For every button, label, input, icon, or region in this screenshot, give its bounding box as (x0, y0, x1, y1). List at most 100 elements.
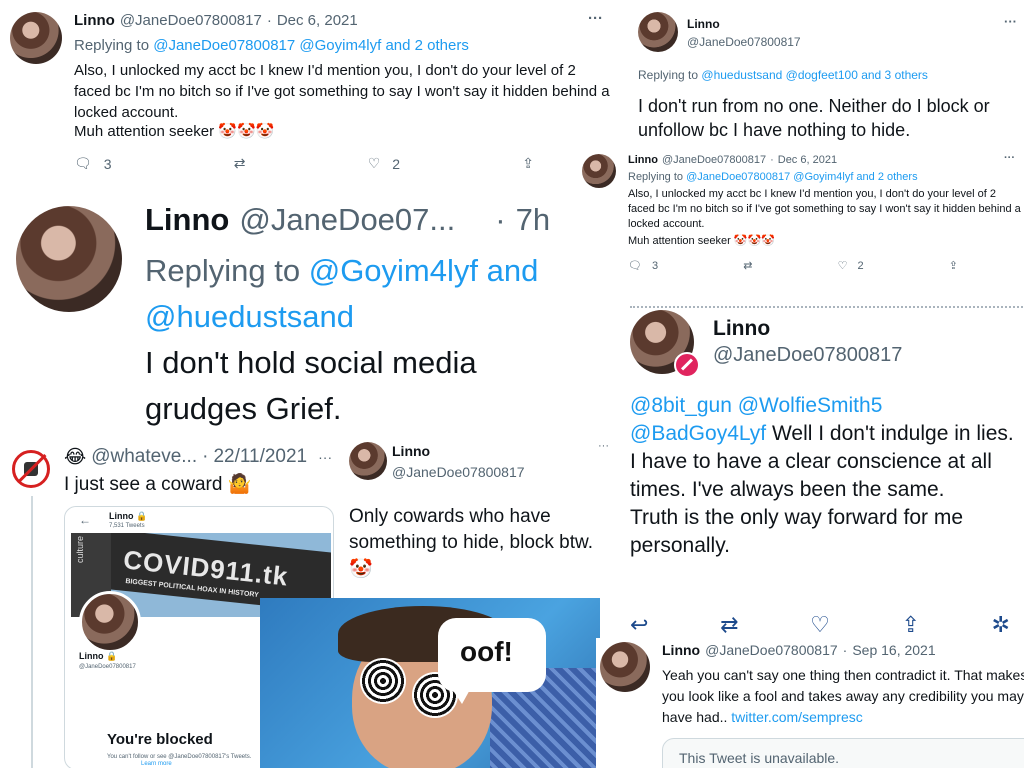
tweet-grudges-zoomed[interactable]: Linno @JaneDoe07... · 7h Replying to @Go… (0, 190, 600, 440)
tweet-date[interactable]: Dec 6, 2021 (277, 12, 358, 29)
avatar[interactable] (638, 12, 678, 52)
tweet-only-cowards[interactable]: Linno @JaneDoe07800817 ··· Only cowards … (340, 440, 616, 600)
separator: · (842, 642, 848, 658)
like-count: 2 (392, 155, 401, 172)
replying-to-users[interactable]: @JaneDoe07800817 @Goyim4lyf and 2 others (153, 37, 469, 54)
unavailable-quote-card: This Tweet is unavailable. (662, 738, 1024, 768)
tweet-link[interactable]: twitter.com/sempresc (731, 709, 862, 725)
tweet-text: Also, I unlocked my acct bc I knew I'd m… (74, 62, 610, 121)
unavailable-text: This Tweet is unavailable. (679, 750, 840, 766)
reply-count: 3 (651, 259, 659, 272)
avatar[interactable] (10, 12, 62, 64)
tweet-text: I just see a coward (64, 474, 223, 495)
tweet-text-end: Muh attention seeker (74, 123, 215, 140)
tweet-date[interactable]: Sep 16, 2021 (852, 642, 935, 658)
mentions[interactable]: @8bit_gun @WolfieSmith5 (630, 394, 882, 417)
replying-to-users[interactable]: @JaneDoe07800817 @Goyim4lyf and 2 others (686, 171, 917, 183)
shrug-emoji: 🤷 (227, 473, 252, 495)
tweet-clear-conscience[interactable]: Linno @JaneDoe07800817 @8bit_gun @Wolfie… (616, 300, 1024, 638)
retweet-icon[interactable]: ⇄ (234, 155, 246, 172)
tweet-no-run-top-right[interactable]: Linno @JaneDoe07800817 ··· Replying to @… (626, 0, 1024, 146)
blocked-title: You're blocked (107, 731, 213, 748)
embed-avatar (79, 591, 141, 653)
like-icon[interactable]: ♡ (838, 259, 848, 272)
author-name[interactable]: Linno (628, 154, 658, 166)
separator: · (495, 202, 506, 237)
separator: · (770, 154, 774, 166)
author-handle[interactable]: @JaneDoe07800817 (705, 642, 838, 658)
more-options-icon[interactable]: ··· (598, 440, 609, 452)
replying-to-users[interactable]: @huedustsand @dogfeet100 and 3 others (701, 68, 928, 82)
tweet-date[interactable]: Dec 6, 2021 (778, 154, 837, 166)
clown-emoji: 🤡 (349, 558, 373, 580)
author-handle[interactable]: @JaneDoe07800817 (662, 154, 766, 166)
embed-profile-name: Linno (79, 651, 104, 661)
retweet-icon[interactable]: ⇄ (720, 612, 738, 638)
more-options-icon[interactable]: ··· (588, 10, 603, 27)
replying-to-label: Replying to (628, 171, 684, 183)
no-entry-icon (12, 450, 50, 488)
more-options-icon[interactable]: ··· (1004, 14, 1017, 29)
embed-profile-handle: @JaneDoe07800817 (79, 664, 136, 670)
speech-bubble-text: oof! (460, 636, 513, 667)
laughing-emoji: 😂 (64, 446, 87, 468)
learn-more-link[interactable]: Learn more (141, 761, 172, 767)
author-name[interactable]: Linno (713, 317, 770, 341)
tweet-dec6-right[interactable]: Linno @JaneDoe07800817 · Dec 6, 2021 ···… (576, 148, 1024, 296)
share-icon[interactable]: ⇪ (949, 259, 958, 272)
author-handle[interactable]: @JaneDoe07... (239, 202, 455, 238)
avatar[interactable] (582, 154, 616, 188)
tweet-text: I don't run from no one. Neither do I bl… (638, 96, 990, 140)
separator: · (266, 12, 272, 29)
back-arrow-icon[interactable]: ← (79, 513, 91, 527)
more-options-icon[interactable]: ··· (1004, 152, 1015, 164)
avatar[interactable] (16, 206, 122, 312)
mention[interactable]: @BadGoy4Lyf (630, 422, 766, 445)
tweet-date[interactable]: 22/11/2021 (213, 446, 307, 468)
share-icon[interactable]: ⇪ (522, 155, 534, 172)
reply-icon[interactable]: 🗨 (628, 259, 642, 272)
avatar[interactable] (600, 642, 650, 692)
avatar[interactable] (349, 442, 387, 480)
like-icon[interactable]: ♡ (810, 612, 830, 638)
author-handle[interactable]: @JaneDoe07800817 (120, 12, 262, 29)
analytics-icon[interactable]: ✲ (992, 612, 1010, 638)
oof-meme-image: oof! (260, 598, 600, 768)
more-options-icon[interactable]: ··· (318, 449, 332, 465)
tweet-text: Only cowards who have something to hide,… (349, 506, 593, 553)
embed-tweet-count: 7,531 Tweets (109, 523, 145, 529)
thread-line (31, 496, 33, 768)
like-icon[interactable]: ♡ (368, 155, 381, 172)
replying-to-label: Replying to (145, 253, 301, 288)
banner-side-text: culture (75, 535, 85, 563)
like-count: 2 (857, 259, 864, 272)
blocked-badge-icon (674, 352, 700, 378)
author-name[interactable]: Linno (687, 17, 720, 31)
tweet-text: I don't hold social media grudges Grief. (145, 345, 477, 426)
author-handle[interactable]: @whateve... (91, 446, 197, 468)
author-name[interactable]: Linno (662, 642, 700, 658)
lock-icon: 🔒 (136, 511, 148, 521)
cut-edge (630, 306, 1024, 309)
tweet-text-end: Muh attention seeker (628, 235, 731, 247)
tweet-text-end: Truth is the only way forward for me per… (630, 506, 964, 557)
hypno-glasses-left-icon (360, 658, 406, 704)
author-handle[interactable]: @JaneDoe07800817 (392, 464, 525, 480)
retweet-icon[interactable]: ⇄ (743, 259, 752, 272)
replying-to-label: Replying to (74, 37, 150, 54)
author-handle[interactable]: @JaneDoe07800817 (687, 35, 801, 49)
tweet-dec6-top-left[interactable]: Linno @JaneDoe07800817 · Dec 6, 2021 ···… (0, 0, 622, 190)
replying-to-user[interactable]: @huedustsand (145, 299, 354, 334)
author-name[interactable]: Linno (74, 12, 115, 29)
reply-icon[interactable]: 🗨 (74, 155, 92, 172)
reply-icon[interactable]: ↩ (630, 612, 648, 638)
tweet-time[interactable]: 7h (516, 202, 550, 238)
author-name[interactable]: Linno (145, 202, 229, 238)
share-icon[interactable]: ⇪ (901, 612, 919, 638)
author-handle[interactable]: @JaneDoe07800817 (713, 344, 902, 367)
author-name[interactable]: Linno (392, 443, 430, 459)
clown-emoji: 🤡🤡🤡 (218, 122, 275, 140)
replying-to-users[interactable]: @Goyim4lyf and (309, 253, 539, 288)
tweet-contradict[interactable]: Linno @JaneDoe07800817 · Sep 16, 2021 Ye… (596, 638, 1024, 768)
speech-bubble: oof! (438, 618, 546, 704)
